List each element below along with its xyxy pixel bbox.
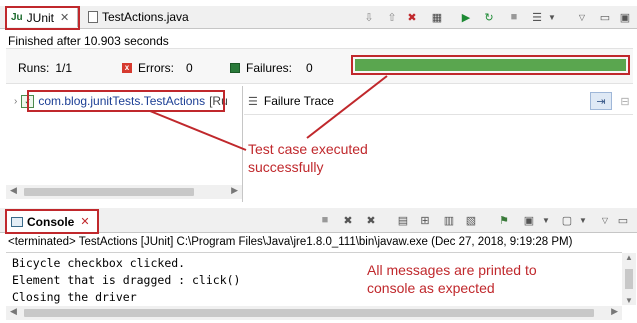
show-when-output-icon[interactable]: ▧ [464,214,478,227]
console-process-line: <terminated> TestActions [JUnit] C:\Prog… [8,236,573,248]
annotation-console-line1: All messages are printed to [367,262,537,278]
annotation-console-line2: console as expected [367,280,495,296]
display-console-icon[interactable]: ▣ [522,214,536,227]
scroll-left-icon[interactable]: ◀ [10,306,17,317]
annotation-console: All messages are printed to console as e… [367,261,537,297]
view-menu-icon[interactable]: ▽ [598,214,612,226]
annotation-test-case-line2: successfully [248,159,324,175]
clear-console-icon[interactable]: ▤ [396,214,410,227]
console-horizontal-scrollbar[interactable]: ◀ ▶ [6,306,622,320]
console-hscroll-thumb[interactable] [24,309,594,317]
remove-all-terminated-icon[interactable]: ✖ [364,214,378,227]
console-vertical-scrollbar[interactable]: ▲ ▼ [622,253,636,305]
open-console-icon[interactable]: ▢ [560,214,574,227]
word-wrap-icon[interactable]: ▥ [442,214,456,227]
chevron-down-icon[interactable]: ▼ [576,214,590,226]
console-tab-highlight [5,209,99,234]
chevron-down-icon[interactable]: ▼ [539,214,553,226]
console-line: Closing the driver [12,290,137,304]
annotation-test-case: Test case executed successfully [248,140,368,176]
annotation-line-to-test-item [149,110,247,151]
annotation-test-case-line1: Test case executed [248,141,368,157]
console-vscroll-thumb[interactable] [625,269,633,289]
pin-console-icon[interactable]: ⚑ [497,214,511,227]
minimize-icon[interactable]: ▭ [616,214,630,227]
annotation-line-to-progress [306,75,388,139]
scroll-right-icon[interactable]: ▶ [611,306,618,317]
scroll-down-icon[interactable]: ▼ [625,296,633,305]
console-line: Element that is dragged : click() [12,273,241,287]
remove-launch-icon[interactable]: ✖ [341,214,355,227]
scroll-lock-icon[interactable]: ⊞ [418,214,432,227]
terminate-icon[interactable]: ■ [318,214,332,226]
scroll-up-icon[interactable]: ▲ [625,253,633,262]
console-line: Bicycle checkbox clicked. [12,256,186,270]
